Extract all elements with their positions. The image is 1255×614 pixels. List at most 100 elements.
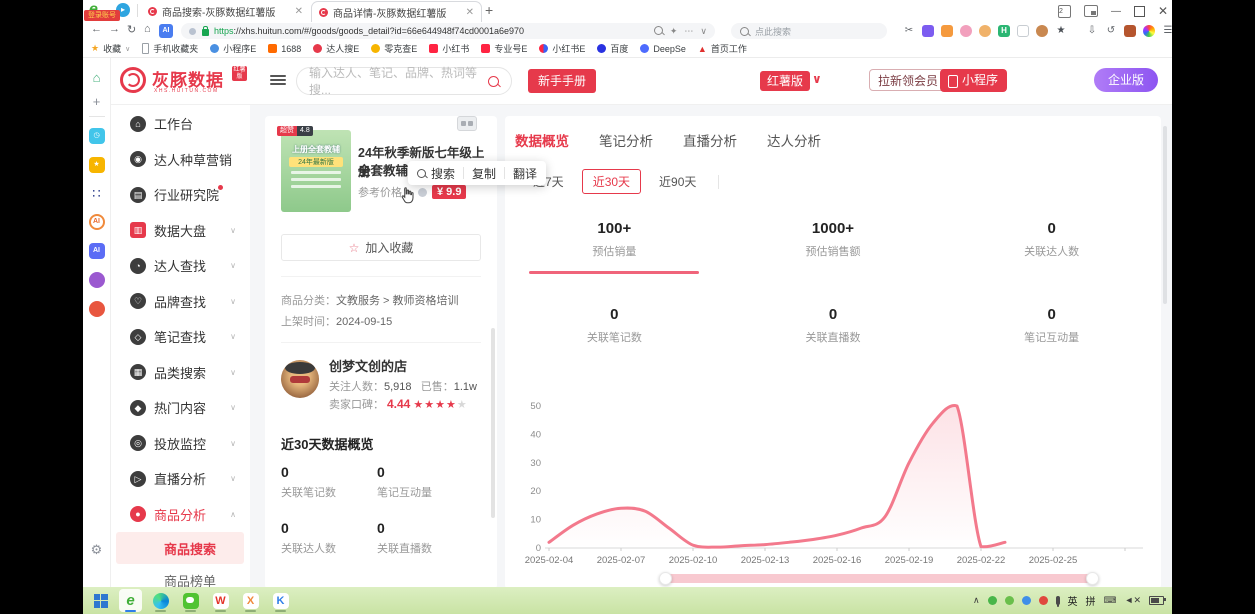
bookmark-5[interactable]: 零克查E: [371, 42, 417, 55]
stat-cell-5[interactable]: 0笔记互动量: [942, 306, 1161, 345]
slider-handle-left[interactable]: [659, 572, 672, 585]
work-ext-icon[interactable]: [1124, 25, 1136, 37]
sidebar-item-7[interactable]: ▦品类搜索∨: [110, 355, 250, 391]
sidebar-item-0[interactable]: ⌂工作台: [110, 106, 250, 142]
ime-lang-en[interactable]: 英: [1068, 593, 1078, 608]
tooltip-translate-button[interactable]: 翻译: [513, 165, 537, 182]
browser-menu-icon[interactable]: ☰: [1162, 25, 1172, 37]
edge-taskbar-icon[interactable]: [149, 589, 172, 612]
security-tray-icon[interactable]: [1039, 596, 1048, 605]
sidebar-item-4[interactable]: ◔达人查找∨: [110, 248, 250, 284]
tab-close-icon[interactable]: ✕: [466, 7, 474, 18]
tooltip-search-button[interactable]: 搜索: [431, 165, 455, 182]
miniapp-button[interactable]: 小程序: [940, 69, 1007, 92]
bookmark-10[interactable]: DeepSe: [640, 44, 686, 54]
more-icon[interactable]: ⋯: [684, 26, 693, 37]
promo-badge[interactable]: 登录账号: [84, 10, 120, 21]
network-app-icon[interactable]: ∷: [92, 186, 100, 202]
flash-icon[interactable]: ✦: [670, 26, 678, 37]
bookmark-8[interactable]: 小红书E: [539, 42, 585, 55]
chevron-down-icon[interactable]: ∨: [812, 72, 822, 86]
bookmark-2[interactable]: 小程序E: [210, 42, 256, 55]
tab-数据概览[interactable]: 数据概览: [515, 130, 569, 150]
stat-cell-0[interactable]: 100+预估销量: [505, 220, 724, 274]
tray-expand-icon[interactable]: ∧: [973, 595, 980, 606]
browser-tab-product-search[interactable]: 商品搜索-灰豚数据红薯版 ✕: [141, 1, 310, 21]
sidebar-item-3[interactable]: ▥数据大盘∨: [110, 213, 250, 249]
address-input[interactable]: https ://xhs.huitun.com/#/goods/goods_de…: [181, 23, 715, 39]
bookmark-4[interactable]: 达人搜E: [313, 42, 359, 55]
bookmark-11[interactable]: ▲首页工作: [698, 42, 747, 55]
purple-app-icon[interactable]: [89, 272, 105, 288]
settings-icon[interactable]: ⚙: [91, 542, 103, 558]
manual-button[interactable]: 新手手册: [528, 69, 596, 93]
stat-cell-2[interactable]: 0关联达人数: [942, 220, 1161, 274]
ai-assistant-icon[interactable]: AI: [159, 24, 173, 38]
enterprise-button[interactable]: 企业版: [1094, 68, 1158, 92]
shop-name[interactable]: 创梦文创的店: [329, 356, 407, 375]
sales-trend-chart[interactable]: 010203040502025-02-042025-02-072025-02-1…: [511, 396, 1156, 586]
ai-square-app-icon[interactable]: AI: [89, 243, 105, 259]
version-badge[interactable]: 红薯版: [760, 71, 810, 91]
reload-icon[interactable]: ↻: [127, 23, 136, 36]
bookmark-6[interactable]: 小红书: [429, 42, 469, 55]
sidebar-item-5[interactable]: ♡品牌查找∨: [110, 284, 250, 320]
product-image[interactable]: 上册全套教辅 24年最新版: [281, 130, 351, 212]
battery-icon[interactable]: [1149, 596, 1164, 605]
tab-直播分析[interactable]: 直播分析: [683, 130, 737, 150]
k-app-taskbar-icon[interactable]: K: [269, 589, 292, 612]
wps-taskbar-icon[interactable]: W: [209, 589, 232, 612]
shop-avatar[interactable]: [281, 360, 319, 398]
monkey-ext-icon[interactable]: [941, 25, 953, 37]
sidebar-item-6[interactable]: ◇笔记查找∨: [110, 319, 250, 355]
site-info-icon[interactable]: [189, 28, 196, 35]
bookmark-1[interactable]: 手机收藏夹: [142, 42, 198, 55]
frame-ext-icon[interactable]: [1017, 25, 1029, 37]
collapse-sidebar-icon[interactable]: [270, 73, 286, 87]
tab-达人分析[interactable]: 达人分析: [767, 130, 821, 150]
page-scrollbar[interactable]: [1163, 126, 1167, 304]
gamepad-app-icon[interactable]: [89, 301, 105, 317]
sidebar-item-2[interactable]: ▤行业研究院: [110, 177, 250, 213]
new-tab-button[interactable]: +: [485, 2, 493, 18]
sidebar-subitem-0[interactable]: 商品搜索: [116, 532, 244, 564]
x-app-taskbar-icon[interactable]: X: [239, 589, 262, 612]
chevron-down-icon[interactable]: ∨: [700, 26, 707, 37]
ime-lang-pinyin[interactable]: 拼: [1086, 593, 1096, 608]
tab-close-icon[interactable]: ✕: [295, 6, 303, 17]
slider-handle-right[interactable]: [1086, 572, 1099, 585]
add-favorite-button[interactable]: ☆ 加入收藏: [281, 234, 481, 261]
bluetooth-tray-icon[interactable]: [1022, 596, 1031, 605]
star-app-icon[interactable]: ★: [89, 157, 105, 173]
clock-app-icon[interactable]: ◷: [89, 128, 105, 144]
sidebar-item-9[interactable]: ◎投放监控∨: [110, 426, 250, 462]
home-icon[interactable]: ⌂: [144, 23, 151, 35]
pin-ext-icon[interactable]: ★: [1055, 25, 1067, 37]
stat-cell-3[interactable]: 0关联笔记数: [505, 306, 724, 345]
sidebar-item-8[interactable]: ◆热门内容∨: [110, 390, 250, 426]
profile-avatar-icon[interactable]: [1143, 25, 1155, 37]
history-undo-icon[interactable]: ↺: [1105, 25, 1117, 37]
range-近30天[interactable]: 近30天: [582, 169, 641, 194]
tooltip-copy-button[interactable]: 复制: [472, 165, 496, 182]
floating-widget-icon[interactable]: [457, 116, 477, 131]
maximize-button[interactable]: [1134, 6, 1145, 17]
minimize-button[interactable]: —: [1111, 6, 1121, 17]
green-tray-icon[interactable]: [1005, 596, 1014, 605]
tab-笔记分析[interactable]: 笔记分析: [599, 130, 653, 150]
forward-icon[interactable]: →: [109, 23, 120, 35]
app-search-input[interactable]: 输入达人、笔记、品牌、热词等搜...: [296, 67, 512, 95]
wechat-tray-icon[interactable]: [988, 596, 997, 605]
range-近90天[interactable]: 近90天: [649, 170, 706, 193]
bookmark-3[interactable]: 1688: [268, 44, 301, 54]
bookmark-7[interactable]: 专业号E: [481, 42, 527, 55]
home-icon[interactable]: ⌂: [93, 70, 101, 85]
mini-window-icon[interactable]: [1084, 5, 1098, 17]
tab-group-badge[interactable]: 2: [1058, 5, 1071, 18]
invite-member-button[interactable]: 拉新领会员: [869, 69, 947, 91]
search-icon[interactable]: [488, 76, 499, 87]
ai-circle-app-icon[interactable]: AI: [89, 214, 105, 230]
add-tab-icon[interactable]: +: [93, 94, 101, 109]
scissors-icon[interactable]: ✂: [903, 25, 915, 37]
browser-search-box[interactable]: 点此搜索: [731, 23, 887, 39]
